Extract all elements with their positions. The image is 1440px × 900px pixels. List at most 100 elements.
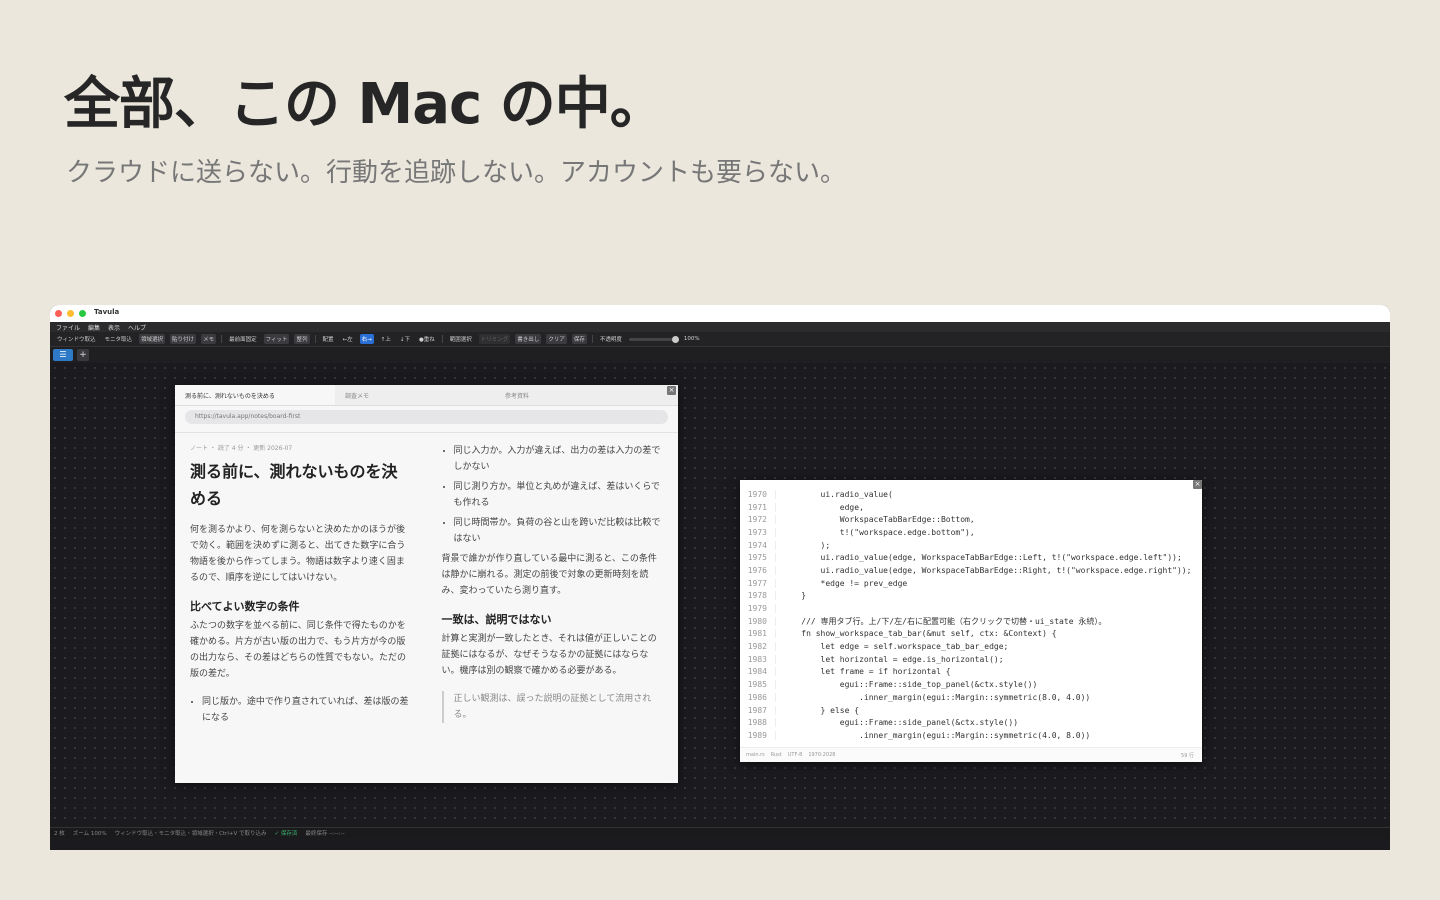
- menu-file[interactable]: ファイル: [56, 323, 80, 332]
- minimize-window-button[interactable]: [67, 310, 74, 317]
- code-line: 1985 egui::Frame::side_top_panel(&ctx.st…: [740, 678, 1202, 691]
- code-text: .inner_margin(egui::Margin::symmetric(4.…: [782, 730, 1091, 740]
- list-item: 同じ時間帯か。負荷の谷と山を跨いだ比較は比較ではない: [454, 515, 664, 547]
- code-line: 1977 *edge != prev_edge: [740, 577, 1202, 590]
- line-number: 1970: [740, 489, 776, 499]
- paste-button[interactable]: 貼り付け: [170, 334, 197, 344]
- layout-down-button[interactable]: ↓下: [398, 334, 412, 344]
- board-canvas[interactable]: 測る前に、測れないものを決める 調査メモ 参考資料 × https://tavu…: [50, 363, 1390, 827]
- note-intro: 何を測るかより、何を測らないと決めたかのほうが後で効く。範囲を決めずに測ると、出…: [190, 525, 406, 583]
- url-bar[interactable]: https://tavula.app/notes/board-first: [185, 410, 668, 424]
- opacity-value: 100%: [683, 336, 700, 342]
- background-para: 背景で誰かが作り直している最中に測ると、この条件は静かに崩れる。測定の前後で対象…: [441, 554, 657, 596]
- code-line: 1989 .inner_margin(egui::Margin::symmetr…: [740, 729, 1202, 742]
- code-text: /// 専用タブ行。上/下/左/右に配置可能（右クリックで切替・ui_state…: [782, 616, 1107, 626]
- line-number: 1989: [740, 730, 776, 740]
- bullet-list-right: 同じ入力か。入力が違えば、出力の差は入力の差でしかない 同じ測り方か。単位と丸め…: [442, 443, 664, 547]
- menu-view[interactable]: 表示: [108, 323, 120, 332]
- note-tab-references[interactable]: 参考資料: [495, 385, 655, 405]
- code-line: 1971 edge,: [740, 501, 1202, 514]
- status-last-saved: 最終保存 --:--:--: [305, 831, 345, 837]
- code-text: ui.radio_value(edge, WorkspaceTabBarEdge…: [782, 553, 1182, 563]
- line-number: 1975: [740, 553, 776, 563]
- code-status-bar: main.rs Rust UTF-8 1970:2028 59 行: [740, 747, 1202, 762]
- zoom-window-button[interactable]: [79, 310, 86, 317]
- line-number: 1985: [740, 680, 776, 690]
- code-line: 1974 );: [740, 539, 1202, 552]
- code-text: egui::Frame::side_panel(&ctx.style()): [782, 718, 1019, 728]
- line-number: 1971: [740, 502, 776, 512]
- line-number: 1986: [740, 692, 776, 702]
- opacity-slider[interactable]: [628, 335, 679, 343]
- code-line: 1975 ui.radio_value(edge, WorkspaceTabBa…: [740, 551, 1202, 564]
- code-file-name: main.rs: [746, 752, 765, 758]
- code-line: 1976 ui.radio_value(edge, WorkspaceTabBa…: [740, 564, 1202, 577]
- code-text: );: [782, 540, 831, 550]
- code-panel[interactable]: × 1970 ui.radio_value(1971 edge, 1972 Wor…: [740, 480, 1202, 762]
- save-button[interactable]: 保存: [571, 334, 587, 344]
- pin-front-button[interactable]: 最前面固定: [227, 334, 259, 344]
- code-lines: 1970 ui.radio_value(1971 edge, 1972 Works…: [740, 488, 1202, 746]
- title-bar: Tavula: [50, 305, 1390, 322]
- layout-up-button[interactable]: ↑上: [379, 334, 393, 344]
- section-heading-agree: 一致は、説明ではない: [441, 613, 552, 626]
- note-column-left: ノート ・ 読了 4 分 ・ 更新 2026-07 測る前に、測れないものを決め…: [175, 433, 427, 783]
- code-line: 1986 .inner_margin(egui::Margin::symmetr…: [740, 691, 1202, 704]
- close-icon[interactable]: ×: [667, 386, 676, 395]
- window-capture-button[interactable]: ウィンドウ取込: [55, 334, 98, 344]
- code-line-count: 59 行: [1181, 752, 1194, 759]
- layout-label: 配置: [322, 337, 334, 343]
- line-number: 1972: [740, 515, 776, 525]
- line-number: 1974: [740, 540, 776, 550]
- opacity-label: 不透明度: [599, 337, 622, 343]
- code-line: 1981 fn show_workspace_tab_bar(&mut self…: [740, 628, 1202, 641]
- trim-button[interactable]: トリミング: [478, 334, 511, 344]
- toolbar-divider: [221, 335, 223, 343]
- app-window: Tavula ファイル 編集 表示 ヘルプ ウィンドウ取込 モニタ取込 領域選択…: [50, 305, 1390, 850]
- opacity-slider-knob[interactable]: [671, 335, 679, 343]
- clear-button[interactable]: クリア: [546, 334, 567, 344]
- code-line: 1970 ui.radio_value(: [740, 488, 1202, 501]
- line-number: 1982: [740, 642, 776, 652]
- code-text: WorkspaceTabBarEdge::Bottom,: [782, 515, 975, 525]
- code-text: .inner_margin(egui::Margin::symmetric(8.…: [782, 692, 1091, 702]
- code-range: 1970:2028: [808, 752, 836, 758]
- note-tab-research[interactable]: 調査メモ: [335, 385, 495, 405]
- menu-edit[interactable]: 編集: [88, 323, 100, 332]
- code-text: fn show_workspace_tab_bar(&mut self, ctx…: [782, 629, 1057, 639]
- section-para-compare: ふたつの数字を並べる前に、同じ条件で得たものかを確かめる。片方が古い版の出力で、…: [190, 621, 407, 679]
- section-para-agree: 計算と実測が一致したとき、それは値が正しいことの証拠にはなるが、なぜそうなるかの…: [441, 634, 657, 676]
- code-line: 1972 WorkspaceTabBarEdge::Bottom,: [740, 513, 1202, 526]
- export-button[interactable]: 書き出し: [515, 334, 542, 344]
- line-number: 1973: [740, 527, 776, 537]
- note-title: 測る前に、測れないものを決める: [190, 462, 398, 508]
- code-text: egui::Frame::side_top_panel(&ctx.style()…: [782, 680, 1038, 690]
- line-number: 1977: [740, 578, 776, 588]
- note-tab-main[interactable]: 測る前に、測れないものを決める: [175, 385, 335, 405]
- range-select-button[interactable]: 範囲選択: [448, 334, 474, 344]
- fit-button[interactable]: フィット: [263, 334, 290, 344]
- code-line: 1983 let horizontal = edge.is_horizontal…: [740, 653, 1202, 666]
- workspace-tab-icon[interactable]: ☰: [53, 349, 73, 361]
- add-tab-button[interactable]: +: [77, 349, 89, 361]
- layout-stack-button[interactable]: ●重ね: [417, 334, 437, 344]
- code-text: ui.radio_value(: [782, 489, 893, 499]
- close-window-button[interactable]: [55, 310, 62, 317]
- region-select-button[interactable]: 領域選択: [139, 334, 166, 344]
- line-number: 1984: [740, 667, 776, 677]
- layout-left-button[interactable]: ←左: [341, 334, 355, 344]
- line-number: 1976: [740, 565, 776, 575]
- code-text: }: [782, 591, 807, 601]
- note-panel[interactable]: 測る前に、測れないものを決める 調査メモ 参考資料 × https://tavu…: [175, 385, 678, 783]
- layout-right-button[interactable]: 右→: [359, 334, 374, 344]
- window-title: Tavula: [94, 308, 120, 316]
- status-count: 2 枚: [54, 831, 65, 837]
- line-number: 1983: [740, 654, 776, 664]
- monitor-capture-button[interactable]: モニタ取込: [103, 334, 135, 344]
- menu-help[interactable]: ヘルプ: [128, 323, 146, 332]
- memo-button[interactable]: メモ: [201, 334, 217, 344]
- code-encoding: UTF-8: [787, 752, 803, 758]
- code-line: 1982 let edge = self.workspace_tab_bar_e…: [740, 640, 1202, 653]
- hero-title: 全部、この Mac の中。: [64, 72, 666, 137]
- arrange-button[interactable]: 整列: [294, 334, 310, 344]
